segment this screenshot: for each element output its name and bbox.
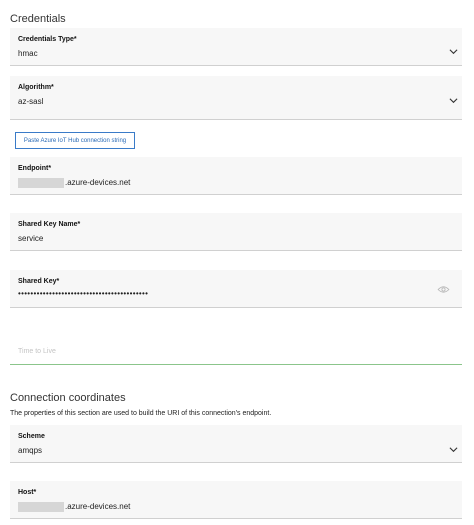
connection-section-title: Connection coordinates: [10, 392, 126, 404]
connection-section-description: The properties of this section are used …: [10, 410, 272, 417]
scheme-select[interactable]: Scheme amqps: [10, 425, 462, 463]
time-to-live-field[interactable]: [10, 330, 462, 365]
scheme-label: Scheme: [18, 433, 45, 440]
scheme-value: amqps: [18, 446, 43, 455]
redacted-hostname: [18, 178, 64, 188]
shared-key-field[interactable]: Shared Key* ••••••••••••••••••••••••••••…: [10, 270, 462, 308]
shared-key-name-field[interactable]: Shared Key Name* service: [10, 213, 462, 251]
paste-connection-string-button[interactable]: Paste Azure IoT Hub connection string: [15, 132, 135, 149]
credentials-section-title: Credentials: [10, 13, 66, 25]
shared-key-name-label: Shared Key Name*: [18, 221, 81, 228]
credentials-type-value: hmac: [18, 49, 38, 58]
chevron-down-icon[interactable]: [449, 47, 458, 56]
redacted-hostname: [18, 502, 64, 512]
chevron-down-icon[interactable]: [449, 96, 458, 105]
algorithm-select[interactable]: Algorithm* az-sasl: [10, 76, 462, 120]
endpoint-value: .azure-devices.net: [18, 178, 130, 188]
algorithm-label: Algorithm*: [18, 84, 54, 91]
credentials-type-label: Credentials Type*: [18, 36, 77, 43]
time-to-live-placeholder: Time to Live: [18, 348, 56, 355]
shared-key-name-value: service: [18, 234, 44, 243]
shared-key-label: Shared Key*: [18, 278, 60, 285]
host-value: .azure-devices.net: [18, 502, 130, 512]
host-field[interactable]: Host* .azure-devices.net: [10, 481, 462, 519]
endpoint-value-suffix: .azure-devices.net: [65, 178, 131, 188]
algorithm-value: az-sasl: [18, 97, 44, 106]
shared-key-value: ••••••••••••••••••••••••••••••••••••••••…: [18, 289, 149, 298]
eye-icon[interactable]: [437, 285, 450, 294]
endpoint-label: Endpoint*: [18, 165, 52, 172]
host-label: Host*: [18, 489, 37, 496]
host-value-suffix: .azure-devices.net: [65, 502, 131, 512]
endpoint-field[interactable]: Endpoint* .azure-devices.net: [10, 157, 462, 195]
credentials-type-select[interactable]: Credentials Type* hmac: [10, 28, 462, 66]
chevron-down-icon[interactable]: [449, 445, 458, 454]
